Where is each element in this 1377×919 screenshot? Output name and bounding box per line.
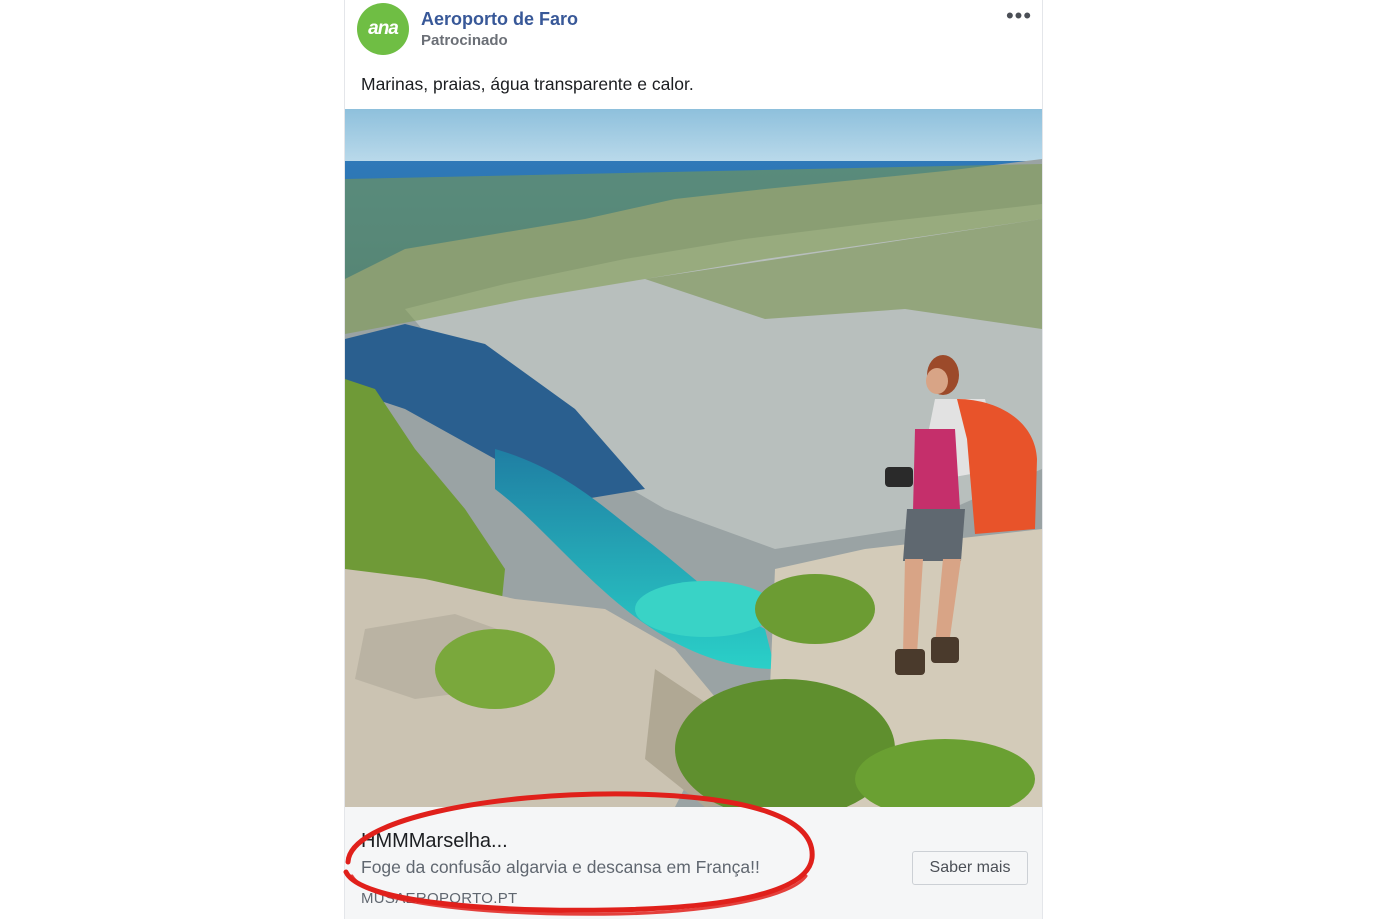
link-headline[interactable]: HMMMarselha...	[361, 830, 508, 853]
more-options-icon[interactable]: •••	[1004, 5, 1034, 31]
post-photo[interactable]	[345, 109, 1042, 807]
logo-text: ana	[368, 18, 399, 39]
link-preview[interactable]: HMMMarselha... Foge da confusão algarvia…	[345, 807, 1042, 919]
learn-more-button[interactable]: Saber mais	[912, 851, 1028, 885]
sponsored-post-card: ana Aeroporto de Faro Patrocinado ••• Ma…	[344, 0, 1043, 919]
post-caption: Marinas, praias, água transparente e cal…	[361, 74, 694, 94]
sponsored-label: Patrocinado	[421, 32, 508, 49]
page-name-link[interactable]: Aeroporto de Faro	[421, 9, 578, 30]
link-description: Foge da confusão algarvia e descansa em …	[361, 857, 760, 877]
page-avatar-logo[interactable]: ana	[357, 3, 409, 55]
link-domain: MUSAEROPORTO.PT	[361, 890, 518, 907]
coastal-cliff-photo	[345, 109, 1042, 807]
